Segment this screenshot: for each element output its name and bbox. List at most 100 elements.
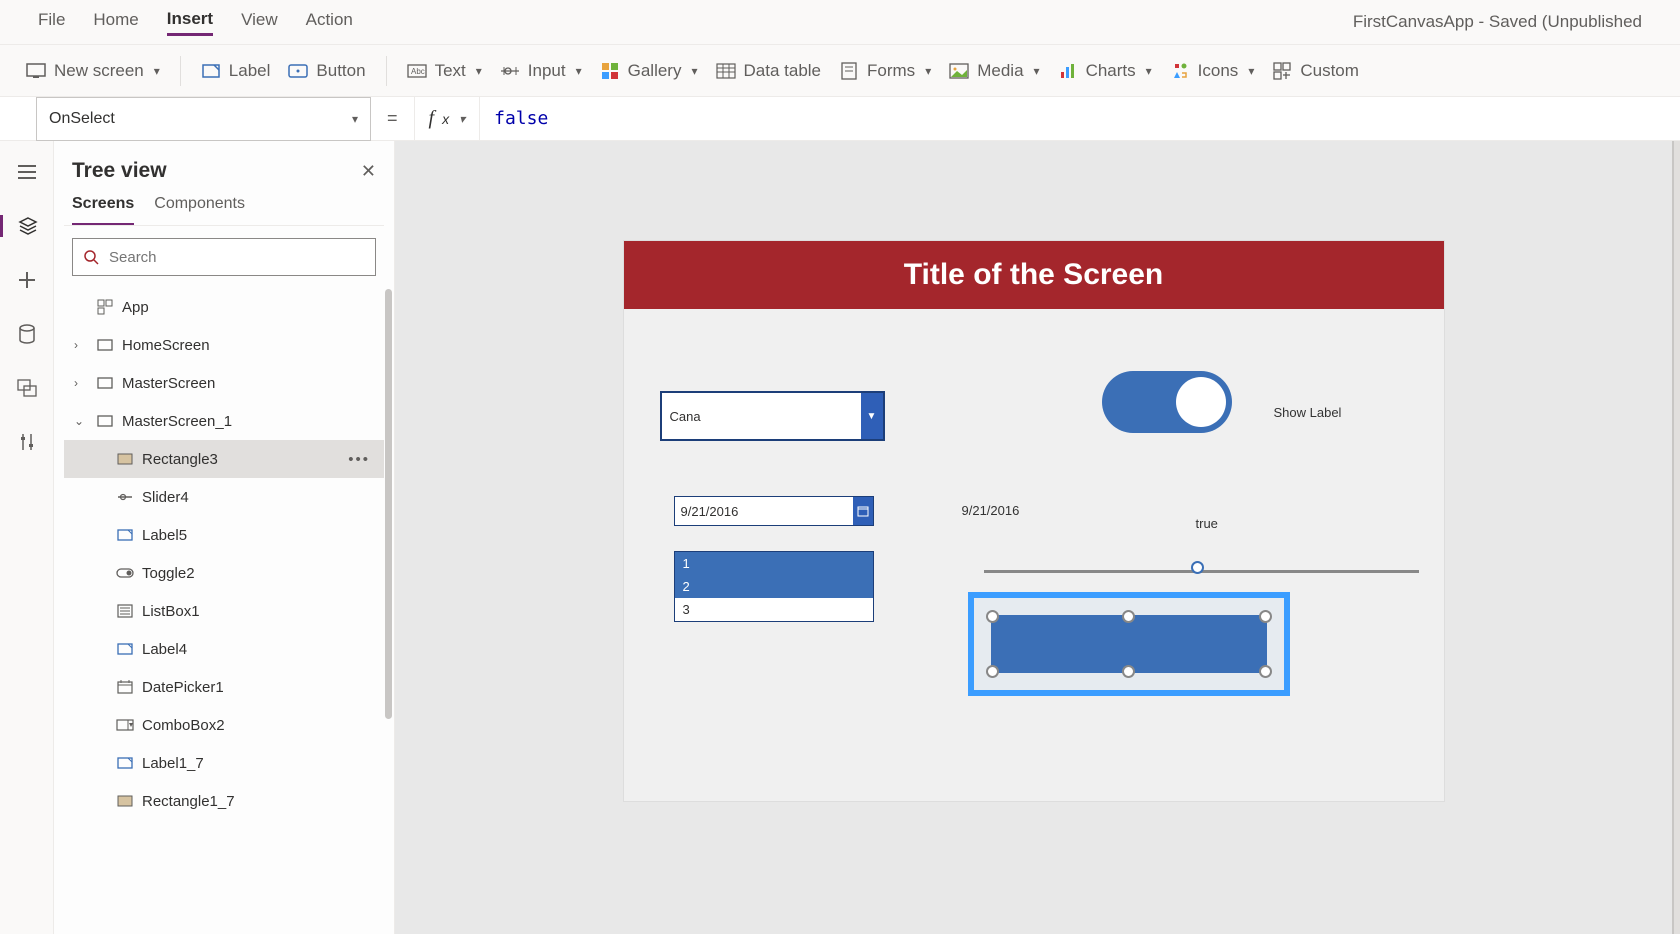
slider-icon: [116, 488, 134, 506]
new-screen-button[interactable]: New screen ▾: [26, 61, 160, 81]
data-table-button[interactable]: Data table: [716, 61, 822, 81]
chevron-right-icon[interactable]: ›: [74, 376, 88, 390]
input-dd-label: Input: [528, 61, 566, 81]
screen-title[interactable]: Title of the Screen: [624, 241, 1444, 309]
tree-item-masterscreen1[interactable]: ⌄ MasterScreen_1: [64, 402, 384, 440]
data-table-label: Data table: [744, 61, 822, 81]
rail-media[interactable]: [16, 377, 38, 399]
custom-dropdown[interactable]: Custom: [1272, 61, 1359, 81]
datepicker-value: 9/21/2016: [675, 504, 745, 519]
more-icon[interactable]: •••: [348, 451, 370, 468]
menu-action[interactable]: Action: [306, 10, 353, 34]
menu-insert[interactable]: Insert: [167, 9, 213, 36]
resize-handle[interactable]: [1122, 665, 1135, 678]
tree-app-label: App: [122, 299, 149, 316]
slider-control[interactable]: [984, 566, 1419, 576]
search-input[interactable]: [72, 238, 376, 276]
chevron-right-icon[interactable]: ›: [74, 338, 88, 352]
selected-rectangle[interactable]: [968, 592, 1290, 696]
gallery-icon: [600, 61, 620, 81]
tree-view-title: Tree view: [72, 159, 167, 183]
media-dropdown[interactable]: Media ▾: [949, 61, 1039, 81]
text-dropdown[interactable]: Abc Text ▾: [407, 61, 482, 81]
custom-icon: [1272, 61, 1292, 81]
toggle-control[interactable]: [1102, 371, 1232, 433]
list-item[interactable]: 3: [675, 598, 873, 621]
tree-item-homescreen[interactable]: › HomeScreen: [64, 326, 384, 364]
resize-handle[interactable]: [1259, 665, 1272, 678]
search-field[interactable]: [109, 249, 365, 266]
fx-button[interactable]: fx▾: [414, 97, 481, 140]
menu-home[interactable]: Home: [93, 10, 138, 34]
charts-dropdown[interactable]: Charts ▾: [1058, 61, 1152, 81]
icons-dropdown[interactable]: Icons ▾: [1170, 61, 1255, 81]
canvas-screen[interactable]: Title of the Screen Cana ▼ 9/21/2016 1 2…: [624, 241, 1444, 801]
chevron-down-icon: ▾: [476, 64, 482, 78]
tree-item-combobox2[interactable]: ComboBox2: [64, 706, 384, 744]
chevron-down-icon: ▾: [925, 64, 931, 78]
label-button[interactable]: Label: [201, 61, 271, 81]
menu-view[interactable]: View: [241, 10, 278, 34]
listbox-control[interactable]: 1 2 3: [674, 551, 874, 622]
scrollbar-thumb[interactable]: [385, 289, 392, 719]
combobox-control[interactable]: Cana ▼: [660, 391, 885, 441]
forms-dropdown[interactable]: Forms ▾: [839, 61, 931, 81]
chevron-down-icon[interactable]: ▼: [861, 393, 883, 439]
slider-thumb[interactable]: [1191, 561, 1204, 574]
app-icon: [96, 298, 114, 316]
tree-item-masterscreen[interactable]: › MasterScreen: [64, 364, 384, 402]
tab-screens[interactable]: Screens: [72, 195, 134, 225]
calendar-icon[interactable]: [853, 497, 873, 525]
chevron-down-icon[interactable]: ⌄: [74, 414, 88, 428]
tab-components[interactable]: Components: [154, 195, 245, 225]
screen-icon: [96, 336, 114, 354]
tree-item-label4[interactable]: Label4: [64, 630, 384, 668]
datepicker-control[interactable]: 9/21/2016: [674, 496, 874, 526]
menu-file[interactable]: File: [38, 10, 65, 34]
gallery-dropdown[interactable]: Gallery ▾: [600, 61, 698, 81]
button-button[interactable]: Button: [288, 61, 365, 81]
toggle-label[interactable]: Show Label: [1274, 405, 1342, 420]
tree-item-label5[interactable]: Label5: [64, 516, 384, 554]
separator: [386, 56, 387, 86]
icons-dd-label: Icons: [1198, 61, 1239, 81]
tree-item-rectangle3[interactable]: Rectangle3 •••: [64, 440, 384, 478]
resize-handle[interactable]: [986, 610, 999, 623]
tree-item-rectangle17[interactable]: Rectangle1_7: [64, 782, 384, 820]
tree-item-toggle2[interactable]: Toggle2: [64, 554, 384, 592]
tree-item-datepicker1[interactable]: DatePicker1: [64, 668, 384, 706]
rail-tree-view[interactable]: [0, 215, 53, 237]
tree-item-label: Label1_7: [142, 755, 204, 772]
true-label[interactable]: true: [1196, 516, 1218, 531]
tree-view-panel: Tree view ✕ Screens Components App › Hom…: [54, 141, 395, 934]
rail-insert[interactable]: [16, 269, 38, 291]
datepicker-icon: [116, 678, 134, 696]
close-icon[interactable]: ✕: [361, 161, 376, 182]
tree-app-root[interactable]: App: [64, 288, 384, 326]
tree-item-slider4[interactable]: Slider4: [64, 478, 384, 516]
formula-input[interactable]: false: [480, 108, 562, 129]
canvas-area[interactable]: ↖ Title of the Screen Cana ▼ 9/21/2016 1…: [395, 141, 1672, 934]
list-item[interactable]: 1: [675, 552, 873, 575]
rail-data[interactable]: [16, 323, 38, 345]
input-dropdown[interactable]: Input ▾: [500, 61, 582, 81]
tree-item-listbox1[interactable]: ListBox1: [64, 592, 384, 630]
resize-handle[interactable]: [986, 665, 999, 678]
list-item[interactable]: 2: [675, 575, 873, 598]
label-icon: [116, 754, 134, 772]
tree-item-label: Rectangle3: [142, 451, 218, 468]
right-panel-edge[interactable]: [1672, 141, 1680, 934]
resize-handle[interactable]: [1122, 610, 1135, 623]
date-label[interactable]: 9/21/2016: [962, 503, 1020, 518]
input-icon: [500, 61, 520, 81]
chevron-down-icon: ▾: [1034, 64, 1040, 78]
chevron-down-icon: ▾: [1146, 64, 1152, 78]
rail-tools[interactable]: [16, 431, 38, 453]
resize-handle[interactable]: [1259, 610, 1272, 623]
toggle-icon: [116, 564, 134, 582]
hamburger-icon[interactable]: [16, 161, 38, 183]
property-dropdown[interactable]: OnSelect ▾: [36, 97, 371, 141]
text-dd-label: Text: [435, 61, 466, 81]
label-icon: [116, 640, 134, 658]
tree-item-label17[interactable]: Label1_7: [64, 744, 384, 782]
